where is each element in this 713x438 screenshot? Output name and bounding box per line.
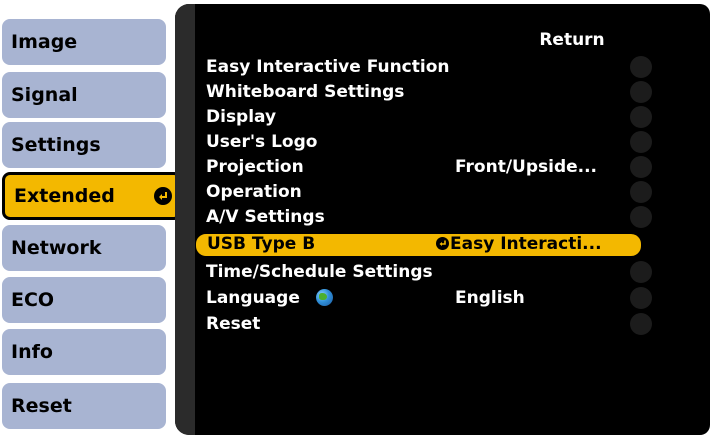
globe-icon bbox=[315, 289, 333, 306]
return-label: Return bbox=[539, 30, 605, 50]
menu-item-label: USB Type B bbox=[207, 234, 316, 254]
menu-item-label: A/V Settings bbox=[206, 207, 325, 227]
return-button[interactable]: Return bbox=[503, 28, 647, 53]
row-end-cap bbox=[630, 156, 652, 178]
row-end-cap bbox=[630, 106, 652, 128]
sidebar-item-network[interactable]: Network bbox=[2, 225, 166, 271]
sidebar-item-reset[interactable]: Reset bbox=[2, 383, 166, 429]
menu-item-value: Easy Interacti... bbox=[450, 234, 602, 254]
row-end-cap bbox=[630, 287, 652, 309]
enter-icon bbox=[436, 237, 449, 250]
sidebar-item-label: Info bbox=[11, 341, 53, 363]
sidebar-item-signal[interactable]: Signal bbox=[2, 72, 166, 118]
menu-item-label: Operation bbox=[206, 182, 302, 202]
menu-item-label: Easy Interactive Function bbox=[206, 57, 450, 77]
menu-item-value-wrap: Easy Interacti... bbox=[436, 234, 602, 255]
sidebar-item-label: ECO bbox=[11, 289, 55, 311]
menu-item-label: Language bbox=[206, 288, 300, 308]
sidebar-item-info[interactable]: Info bbox=[2, 329, 166, 375]
sidebar-item-label: Signal bbox=[11, 84, 78, 106]
sidebar-item-label: Extended bbox=[14, 185, 115, 207]
sidebar-item-label: Network bbox=[11, 237, 102, 259]
menu-item-whiteboard-settings[interactable]: Whiteboard Settings bbox=[195, 81, 652, 103]
menu-item-label: Display bbox=[206, 107, 277, 127]
menu-item-value: English bbox=[455, 288, 525, 308]
sidebar-item-label: Settings bbox=[11, 134, 101, 156]
menu-item-projection[interactable]: Projection Front/Upside... bbox=[195, 156, 652, 178]
sidebar-item-label: Reset bbox=[11, 395, 72, 417]
menu-item-users-logo[interactable]: User's Logo bbox=[195, 131, 652, 153]
menu-item-value: Front/Upside... bbox=[455, 157, 598, 177]
menu-item-operation[interactable]: Operation bbox=[195, 181, 652, 203]
menu-item-av-settings[interactable]: A/V Settings bbox=[195, 206, 652, 228]
row-end-cap bbox=[630, 81, 652, 103]
menu-item-display[interactable]: Display bbox=[195, 106, 652, 128]
menu-item-usb-type-b[interactable]: USB Type B Easy Interacti... bbox=[195, 233, 642, 257]
menu-item-time-schedule-settings[interactable]: Time/Schedule Settings bbox=[195, 261, 652, 283]
row-end-cap bbox=[630, 313, 652, 335]
row-end-cap bbox=[630, 206, 652, 228]
sidebar-item-extended[interactable]: Extended bbox=[2, 172, 182, 220]
menu-item-language[interactable]: Language English bbox=[195, 287, 652, 309]
row-end-cap bbox=[630, 181, 652, 203]
menu-item-label: Time/Schedule Settings bbox=[206, 262, 433, 282]
sidebar-item-label: Image bbox=[11, 31, 78, 53]
row-end-cap bbox=[630, 261, 652, 283]
projector-menu-screen: Image Signal Settings Extended Network E… bbox=[0, 0, 713, 438]
menu-item-label: Whiteboard Settings bbox=[206, 82, 405, 102]
row-end-cap bbox=[630, 131, 652, 153]
menu-item-easy-interactive-function[interactable]: Easy Interactive Function bbox=[195, 56, 652, 78]
sidebar-item-image[interactable]: Image bbox=[2, 19, 166, 65]
sidebar-item-settings[interactable]: Settings bbox=[2, 122, 166, 168]
menu-item-reset[interactable]: Reset bbox=[195, 313, 652, 335]
row-end-cap bbox=[630, 56, 652, 78]
sidebar-item-eco[interactable]: ECO bbox=[2, 277, 166, 323]
menu-item-label: Reset bbox=[206, 314, 261, 334]
enter-icon bbox=[154, 187, 172, 205]
menu-item-label: User's Logo bbox=[206, 132, 318, 152]
menu-item-label: Projection bbox=[206, 157, 304, 177]
